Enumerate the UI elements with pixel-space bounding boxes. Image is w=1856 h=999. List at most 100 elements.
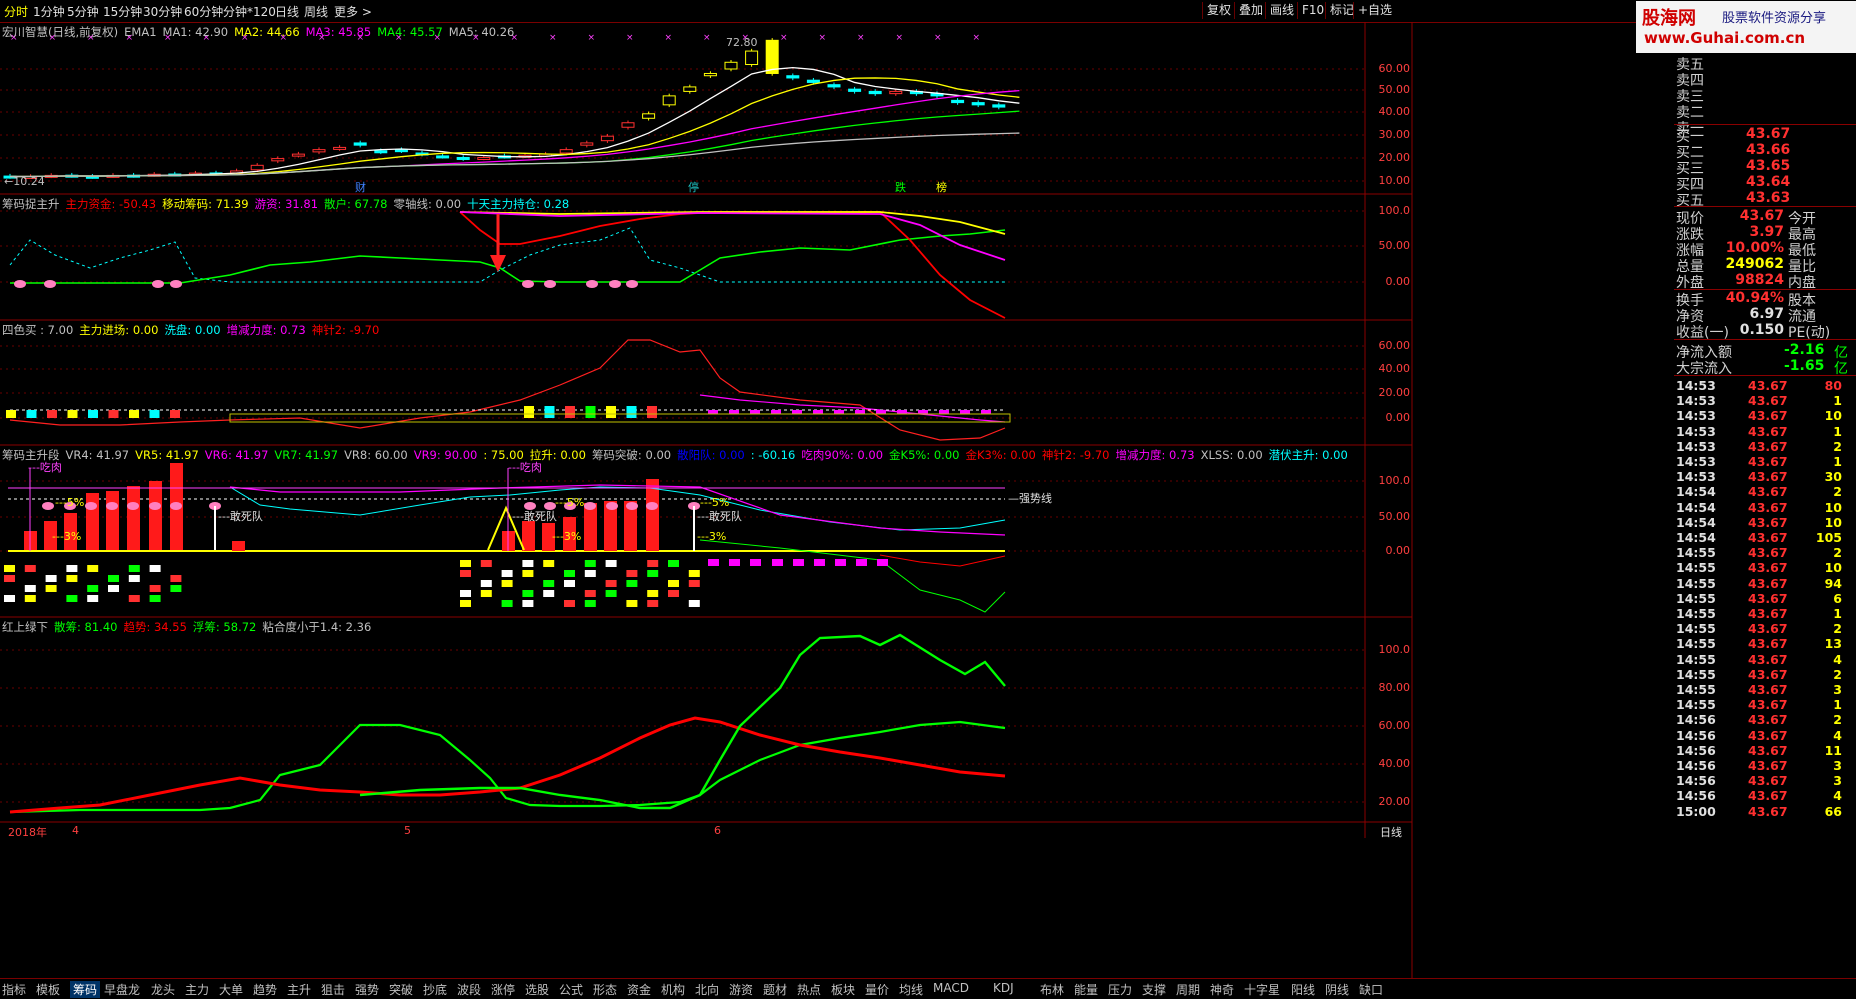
bottom-tab-9[interactable]: 狙击 xyxy=(321,981,345,998)
bottom-tab-21[interactable]: 游资 xyxy=(729,981,753,998)
bottom-tab-5[interactable]: 主力 xyxy=(185,981,209,998)
signal-marker xyxy=(668,580,679,587)
candle-body xyxy=(806,79,820,83)
floating-chips-line xyxy=(9,720,1006,814)
tick-time: 14:55 xyxy=(1676,621,1716,637)
bottom-tab-25[interactable]: 量价 xyxy=(865,981,889,998)
bottom-tab-34[interactable]: 神奇 xyxy=(1210,981,1234,998)
bottom-tab-17[interactable]: 形态 xyxy=(593,981,617,998)
bottom-tab-20[interactable]: 北向 xyxy=(695,981,719,998)
bottom-tab-24[interactable]: 板块 xyxy=(831,981,855,998)
bottom-tab-6[interactable]: 大单 xyxy=(219,981,243,998)
bottom-tab-1[interactable]: 模板 xyxy=(36,981,60,998)
signal-marker xyxy=(480,580,492,587)
candle-body xyxy=(374,150,388,154)
bottom-tab-3[interactable]: 早盘龙 xyxy=(104,981,140,998)
bottom-tab-8[interactable]: 主升 xyxy=(287,981,311,998)
signal-marker xyxy=(149,565,161,572)
bottom-tab-10[interactable]: 强势 xyxy=(355,981,379,998)
bottom-tab-37[interactable]: 阴线 xyxy=(1325,981,1349,998)
ob-divider xyxy=(1674,124,1856,125)
tick-volume: 105 xyxy=(1815,530,1842,545)
period-tab-8[interactable]: 周线 xyxy=(304,3,328,20)
bottom-tab-27[interactable]: MACD xyxy=(933,981,969,995)
tick-time: 14:53 xyxy=(1676,469,1716,485)
candle-body xyxy=(580,142,594,146)
top-marker: × xyxy=(87,33,95,43)
period-tab-5[interactable]: 60分钟 xyxy=(184,3,223,20)
stat-value: 40.94% xyxy=(1725,290,1784,306)
period-tab-3[interactable]: 15分钟 xyxy=(103,3,142,20)
signal-marker xyxy=(605,590,617,597)
bottom-tab-4[interactable]: 龙头 xyxy=(151,981,175,998)
period-tab-2[interactable]: 5分钟 xyxy=(67,3,99,20)
bottom-tab-7[interactable]: 趋势 xyxy=(253,981,277,998)
signal-block xyxy=(524,406,534,418)
tick-price: 43.67 xyxy=(1748,469,1788,485)
pct3-label: ---3% xyxy=(697,530,726,543)
bottom-tab-33[interactable]: 周期 xyxy=(1176,981,1200,998)
bottom-tab-11[interactable]: 突破 xyxy=(389,981,413,998)
period-tab-7[interactable]: 日线 xyxy=(275,3,299,20)
signal-marker xyxy=(66,595,78,602)
period-tab-6[interactable]: 分钟*120 xyxy=(223,3,276,20)
bottom-tab-14[interactable]: 涨停 xyxy=(491,981,515,998)
tick-price: 43.67 xyxy=(1748,788,1788,804)
bottom-tab-31[interactable]: 压力 xyxy=(1108,981,1132,998)
toolbar-button-0[interactable]: 复权 xyxy=(1202,2,1235,19)
bottom-tab-0[interactable]: 指标 xyxy=(2,981,26,998)
tick-row: 15:00 43.67 66 xyxy=(1674,804,1856,822)
toolbar-button-5[interactable]: +自选 xyxy=(1353,2,1396,19)
bottom-tab-18[interactable]: 资金 xyxy=(627,981,651,998)
period-tab-1[interactable]: 1分钟 xyxy=(33,3,65,20)
bottom-tab-26[interactable]: 均线 xyxy=(899,981,923,998)
signal-block xyxy=(813,410,823,414)
bottom-tab-16[interactable]: 公式 xyxy=(559,981,583,998)
tick-volume: 30 xyxy=(1824,469,1842,485)
toolbar-button-3[interactable]: F10 xyxy=(1297,2,1328,19)
bottom-tab-2[interactable]: 筹码 xyxy=(70,981,101,998)
ma4-line xyxy=(10,110,1020,178)
bottom-tab-32[interactable]: 支撑 xyxy=(1142,981,1166,998)
logo-banner: 股海网 股票软件资源分享 www.Guhai.com.cn xyxy=(1636,1,1856,53)
bottom-tab-22[interactable]: 题材 xyxy=(763,981,787,998)
chart-area[interactable]: × × × × × × × × × × × × × × × × × × × × × × × × × ×72.80←10.24 财停跌… xyxy=(0,22,1620,978)
tick-volume: 11 xyxy=(1824,742,1842,758)
bottom-tab-30[interactable]: 能量 xyxy=(1074,981,1098,998)
bottom-tab-19[interactable]: 机构 xyxy=(661,981,685,998)
top-marker: × xyxy=(126,33,134,43)
bottom-tab-28[interactable]: KDJ xyxy=(993,981,1014,995)
bottom-tab-15[interactable]: 选股 xyxy=(525,981,549,998)
buy-dot xyxy=(544,280,556,288)
bottom-tab-29[interactable]: 布林 xyxy=(1040,981,1064,998)
period-tab-4[interactable]: 30分钟 xyxy=(143,3,182,20)
tick-price: 43.67 xyxy=(1748,560,1788,576)
buy-dot xyxy=(609,280,621,288)
tick-price: 43.67 xyxy=(1748,484,1788,500)
toolbar-button-2[interactable]: 画线 xyxy=(1265,2,1298,19)
signal-block xyxy=(88,410,98,418)
candle-body xyxy=(291,153,305,157)
bottom-tab-12[interactable]: 抄底 xyxy=(423,981,447,998)
ma5-line xyxy=(10,132,1020,178)
bottom-tab-13[interactable]: 波段 xyxy=(457,981,481,998)
top-marker: × xyxy=(703,33,711,43)
signal-marker xyxy=(814,559,825,566)
pct5-label: ---5% xyxy=(55,496,84,509)
tick-volume: 10 xyxy=(1824,408,1842,424)
toolbar-button-1[interactable]: 叠加 xyxy=(1234,2,1267,19)
period-tab-9[interactable]: 更多 > xyxy=(334,3,372,20)
tick-price: 43.67 xyxy=(1748,712,1788,728)
flow-divider xyxy=(1674,375,1856,376)
signal-block xyxy=(129,410,139,418)
top-marker: × xyxy=(318,33,326,43)
signal-marker xyxy=(647,560,659,567)
tick-price: 43.67 xyxy=(1748,438,1788,454)
bottom-tab-36[interactable]: 阳线 xyxy=(1291,981,1315,998)
bottom-tab-35[interactable]: 十字星 xyxy=(1244,981,1280,998)
signal-marker xyxy=(501,570,513,577)
bottom-tab-38[interactable]: 缺口 xyxy=(1359,981,1383,998)
bottom-tab-23[interactable]: 热点 xyxy=(797,981,821,998)
tick-volume: 4 xyxy=(1833,727,1842,743)
period-tab-0[interactable]: 分时 xyxy=(4,3,28,20)
